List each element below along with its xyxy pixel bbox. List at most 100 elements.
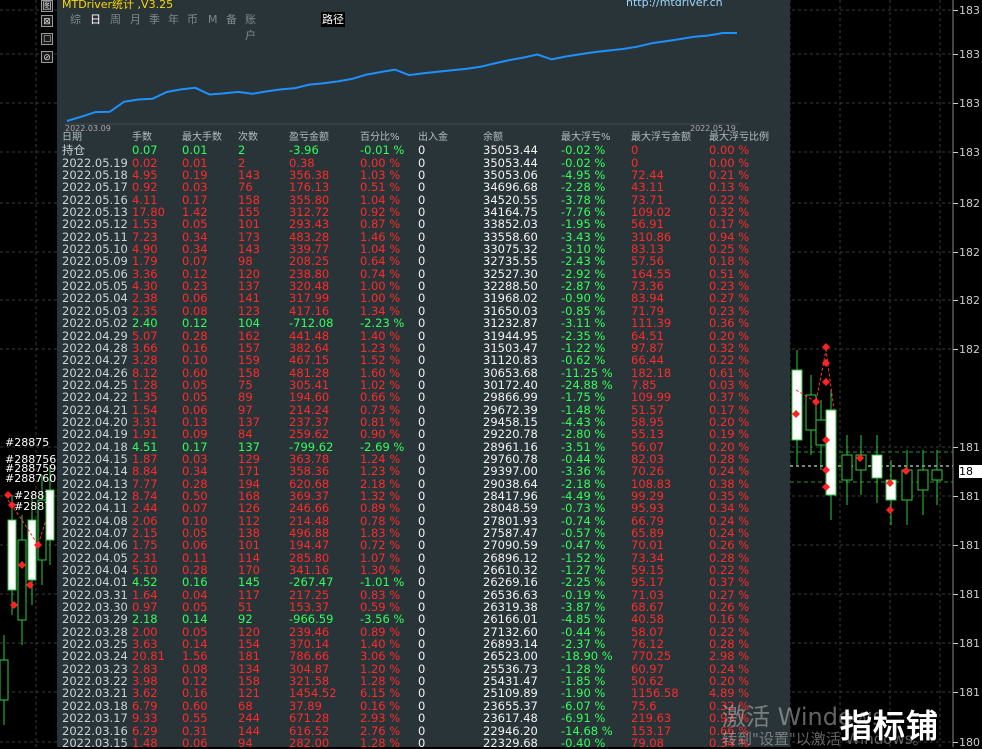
table-cell: 0: [418, 353, 426, 368]
table-row: 2022.04.19 1.91 0.09 84 259.62 0.90 % 0 29220.7…: [62, 427, 790, 442]
price-label: 181: [959, 686, 980, 699]
table-cell: -0.62 %: [561, 353, 606, 368]
table-cell: 0.28: [182, 328, 208, 343]
table-cell: 20.81: [132, 649, 165, 664]
table-cell: 0: [418, 612, 426, 627]
price-tick: [953, 152, 958, 153]
table-cell: 0.89 %: [360, 501, 401, 516]
price-tick: [953, 10, 958, 11]
table-cell: 126: [238, 501, 260, 516]
minimize-panel-button[interactable]: ☐: [41, 33, 53, 45]
table-cell: 2022.04.14: [62, 464, 128, 479]
table-cell: 2.40: [132, 316, 158, 331]
table-cell: 0.24 %: [709, 464, 750, 479]
order-tag: #2887: [14, 500, 52, 513]
close-panel-button[interactable]: ⊠: [41, 15, 53, 27]
table-row: 2022.04.15 1.87 0.03 129 363.78 1.24 % 0 29760.…: [62, 453, 790, 466]
table-cell: 0.66 %: [360, 390, 401, 405]
settings-button[interactable]: ⊘: [41, 51, 53, 63]
table-row: 2022.03.29 2.18 0.14 92 -966.59 -3.56 % 0 26166…: [62, 612, 790, 627]
table-cell: 1.35: [132, 390, 158, 405]
table-cell: 98: [238, 254, 253, 269]
table-row: 2022.04.04 5.10 0.28 170 341.16 1.30 % 0 26610.…: [62, 564, 790, 577]
table-cell: -1.90 %: [561, 686, 606, 701]
table-cell: 0: [631, 143, 639, 158]
table-cell: -0.47 %: [561, 538, 606, 553]
chart-mode-button[interactable]: 图: [41, 0, 53, 12]
table-cell: 0.72 %: [360, 538, 401, 553]
table-cell: 0.27 %: [709, 291, 750, 306]
table-cell: 2022.04.21: [62, 402, 128, 417]
table-cell: 0.16: [182, 575, 208, 590]
price-tick: [953, 203, 958, 204]
table-row: 2022.04.28 3.66 0.16 157 382.64 1.23 % 0 31503.…: [62, 342, 790, 355]
table-cell: 2.38: [132, 291, 158, 306]
table-cell: 33852.03: [483, 217, 538, 232]
table-cell: 194.47: [289, 538, 330, 553]
table-cell: 2022.04.01: [62, 575, 128, 590]
table-cell: 0.17 %: [709, 217, 750, 232]
price-tick: [953, 594, 958, 595]
table-row: 2022.03.18 6.79 0.60 68 37.89 0.16 % 0 23655.37…: [62, 700, 790, 713]
equity-line: [66, 32, 737, 122]
table-cell: -6.91 %: [561, 711, 606, 726]
table-cell: -2.43 %: [561, 254, 606, 269]
table-cell: 29397.00: [483, 464, 538, 479]
table-cell: 2022.03.21: [62, 686, 128, 701]
table-cell: 0.22 %: [709, 353, 750, 368]
table-cell: 0.17 %: [709, 402, 750, 417]
table-cell: -2.28 %: [561, 180, 606, 195]
table-cell: 0: [418, 143, 426, 158]
table-cell: 246.66: [289, 501, 330, 516]
table-cell: 0.01: [182, 143, 208, 158]
table-cell: 26269.16: [483, 575, 538, 590]
table-cell: -2.80 %: [561, 427, 606, 442]
table-cell: 101: [238, 538, 260, 553]
price-label: 183: [959, 146, 980, 159]
table-row: 2022.03.23 2.83 0.08 134 304.87 1.20 % 0 25536.…: [62, 662, 790, 675]
panel-title: MTDriver统计 ,V3.25: [62, 0, 174, 11]
table-cell: 1.60 %: [360, 365, 401, 380]
table-row: 2022.05.10 4.90 0.34 143 339.77 1.04 % 0 33075.…: [62, 243, 790, 256]
price-tick: [953, 692, 958, 693]
table-cell: 1.54: [132, 402, 158, 417]
table-cell: 94: [238, 735, 253, 747]
table-cell: 182.18: [631, 365, 672, 380]
panel-url-link[interactable]: http://mtdriver.cn: [626, 0, 723, 9]
table-row: 2022.04.05 2.31 0.11 114 285.80 1.07 % 0 26896.…: [62, 551, 790, 564]
header-cell: 最大浮亏金额: [631, 132, 691, 143]
table-cell: 30653.68: [483, 365, 538, 380]
price-label: 183: [959, 97, 980, 110]
table-cell: -18.90 %: [561, 649, 613, 664]
table-cell: 158: [238, 365, 260, 380]
table-cell: 1.40 %: [360, 328, 401, 343]
price-tick: [953, 742, 958, 743]
table-cell: 0: [418, 217, 426, 232]
table-cell: 0.12: [182, 316, 208, 331]
table-cell: 208.25: [289, 254, 330, 269]
table-cell: 171: [238, 464, 260, 479]
order-tag: #28875: [5, 436, 50, 449]
table-row: 2022.05.13 17.80 1.42 155 312.72 0.92 % 0 34164…: [62, 206, 790, 219]
table-cell: 1.79: [132, 254, 158, 269]
table-cell: 2022.03.29: [62, 612, 128, 627]
table-row: 2022.05.09 1.79 0.07 98 208.25 0.64 % 0 32735.5…: [62, 254, 790, 269]
price-label: 180: [959, 736, 980, 749]
table-cell: 1.52 %: [360, 353, 401, 368]
table-cell: 2.98 %: [709, 649, 750, 664]
table-cell: 1.28 %: [360, 735, 401, 747]
price-label: 181: [959, 490, 980, 503]
table-cell: 0.31: [182, 723, 208, 738]
table-cell: 40.58: [631, 612, 664, 627]
table-cell: 2022.05.12: [62, 217, 128, 232]
table-cell: 55.13: [631, 427, 664, 442]
table-row: 2022.04.20 3.31 0.13 137 237.37 0.81 % 0 29458.…: [62, 416, 790, 429]
table-cell: 22329.68: [483, 735, 538, 747]
table-cell: 0.20 %: [709, 328, 750, 343]
table-cell: -3.56 %: [360, 612, 405, 627]
table-cell: 2022.04.27: [62, 353, 128, 368]
table-cell: 2022.04.29: [62, 328, 128, 343]
table-row: 2022.04.01 4.52 0.16 145 -267.47 -1.01 % 0 2626…: [62, 575, 790, 590]
table-cell: 441.48: [289, 328, 330, 343]
table-cell: 28048.59: [483, 501, 538, 516]
